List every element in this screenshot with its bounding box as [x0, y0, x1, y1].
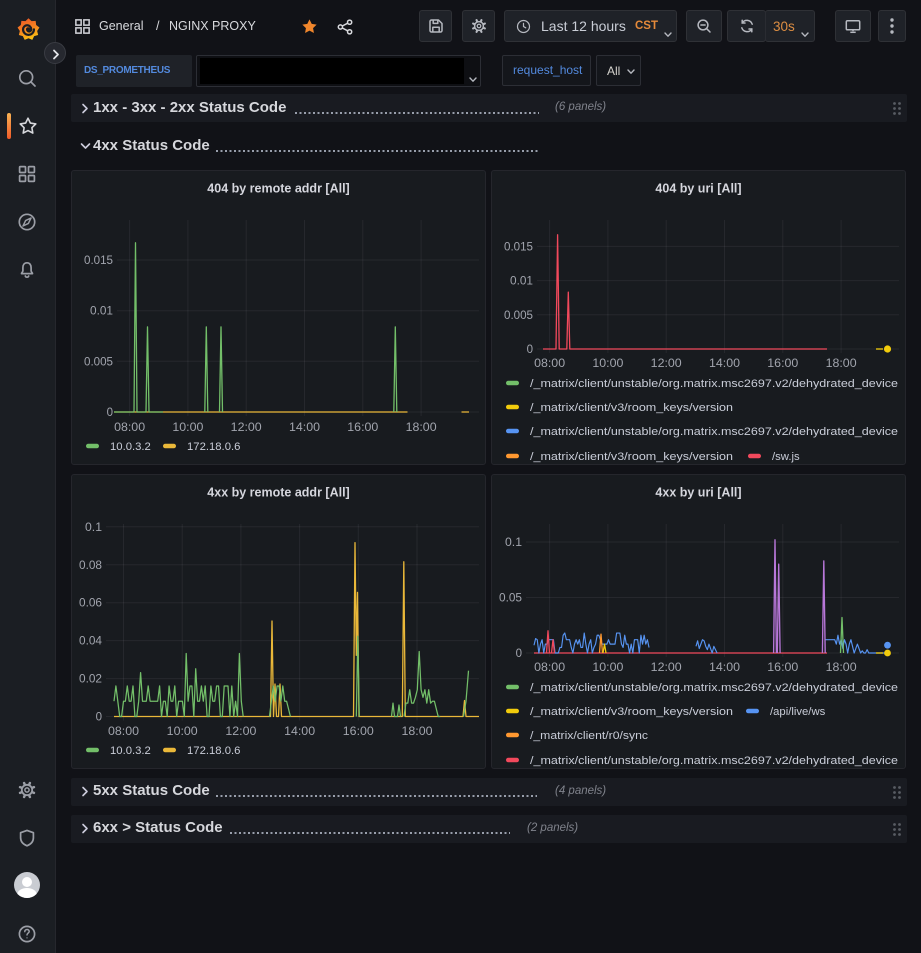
svg-text:/_matrix/client/unstable/org.m: /_matrix/client/unstable/org.matrix.msc2…: [530, 682, 898, 694]
svg-text:14:00: 14:00: [284, 726, 315, 738]
svg-text:4xx by uri [All]: 4xx by uri [All]: [655, 486, 741, 500]
svg-text:10:00: 10:00: [172, 422, 203, 434]
svg-text:08:00: 08:00: [114, 422, 145, 434]
svg-text:16:00: 16:00: [343, 726, 374, 738]
svg-text:/_matrix/client/v3/room_keys/v: /_matrix/client/v3/room_keys/version: [530, 706, 733, 718]
svg-text:0.05: 0.05: [499, 593, 522, 605]
svg-text:/sw.js: /sw.js: [772, 451, 800, 463]
svg-text:0.02: 0.02: [79, 674, 102, 686]
svg-text:14:00: 14:00: [709, 358, 740, 370]
svg-text:08:00: 08:00: [534, 662, 565, 674]
svg-text:0.005: 0.005: [504, 310, 533, 322]
svg-text:0.06: 0.06: [79, 598, 102, 610]
svg-text:10:00: 10:00: [167, 726, 198, 738]
svg-text:18:00: 18:00: [406, 422, 437, 434]
svg-text:12:00: 12:00: [651, 662, 682, 674]
svg-text:10.0.3.2: 10.0.3.2: [110, 745, 151, 757]
svg-text:0.04: 0.04: [79, 636, 103, 648]
svg-text:08:00: 08:00: [108, 726, 139, 738]
svg-text:/_matrix/client/unstable/org.m: /_matrix/client/unstable/org.matrix.msc2…: [530, 426, 898, 438]
svg-text:10:00: 10:00: [592, 358, 623, 370]
svg-text:404 by uri [All]: 404 by uri [All]: [655, 182, 741, 196]
svg-text:172.18.0.6: 172.18.0.6: [187, 441, 240, 453]
svg-text:172.18.0.6: 172.18.0.6: [187, 745, 240, 757]
svg-text:0.015: 0.015: [84, 255, 113, 267]
svg-text:12:00: 12:00: [225, 726, 256, 738]
svg-text:0.015: 0.015: [504, 241, 533, 253]
svg-text:16:00: 16:00: [767, 358, 798, 370]
svg-text:404 by remote addr [All]: 404 by remote addr [All]: [207, 182, 349, 196]
svg-text:0.1: 0.1: [505, 537, 522, 549]
svg-text:/_matrix/client/unstable/org.m: /_matrix/client/unstable/org.matrix.msc2…: [530, 755, 898, 767]
svg-text:14:00: 14:00: [289, 422, 320, 434]
svg-text:0.01: 0.01: [510, 276, 533, 288]
svg-text:0: 0: [516, 648, 522, 660]
svg-text:/_matrix/client/unstable/org.m: /_matrix/client/unstable/org.matrix.msc2…: [530, 378, 898, 390]
svg-text:/_matrix/client/r0/sync: /_matrix/client/r0/sync: [530, 730, 648, 742]
svg-text:0: 0: [96, 712, 102, 724]
svg-text:14:00: 14:00: [709, 662, 740, 674]
svg-text:0.08: 0.08: [79, 560, 102, 572]
svg-text:08:00: 08:00: [534, 358, 565, 370]
svg-text:/_matrix/client/v3/room_keys/v: /_matrix/client/v3/room_keys/version: [530, 402, 733, 414]
svg-text:12:00: 12:00: [231, 422, 262, 434]
svg-text:0: 0: [107, 407, 113, 419]
svg-text:0.1: 0.1: [85, 522, 102, 534]
svg-text:12:00: 12:00: [651, 358, 682, 370]
svg-text:10.0.3.2: 10.0.3.2: [110, 441, 151, 453]
svg-text:18:00: 18:00: [826, 662, 857, 674]
svg-text:0.01: 0.01: [90, 306, 113, 318]
svg-text:10:00: 10:00: [592, 662, 623, 674]
svg-text:16:00: 16:00: [347, 422, 378, 434]
svg-text:4xx by remote addr [All]: 4xx by remote addr [All]: [207, 486, 349, 500]
svg-text:18:00: 18:00: [402, 726, 433, 738]
svg-text:0.005: 0.005: [84, 356, 113, 368]
svg-text:16:00: 16:00: [767, 662, 798, 674]
svg-text:/_matrix/client/v3/room_keys/v: /_matrix/client/v3/room_keys/version: [530, 451, 733, 463]
svg-text:0: 0: [527, 344, 533, 356]
svg-text:18:00: 18:00: [826, 358, 857, 370]
svg-text:/api/live/ws: /api/live/ws: [770, 706, 826, 718]
